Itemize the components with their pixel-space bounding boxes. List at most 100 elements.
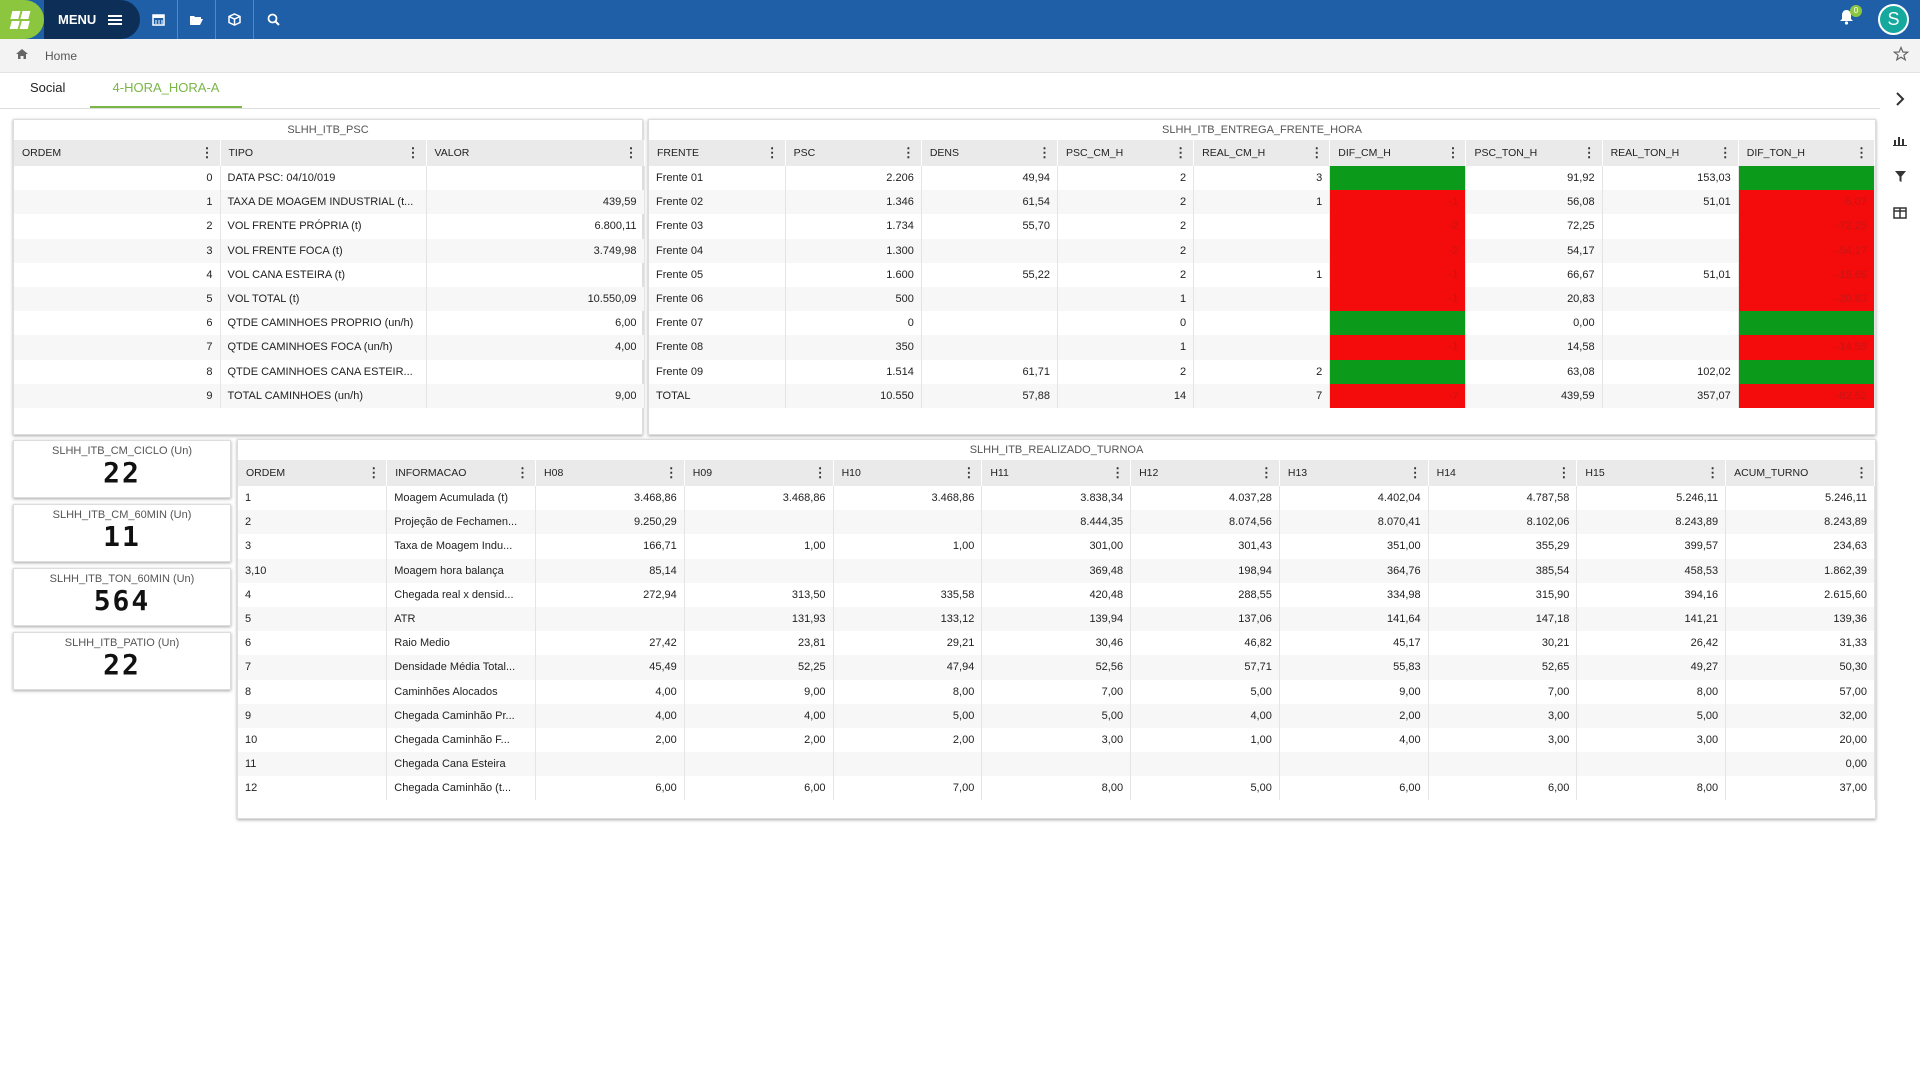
column-header[interactable]: ORDEM ⋮ [14,140,221,166]
column-header[interactable]: DIF_TON_H ⋮ [1738,140,1876,166]
column-menu-icon[interactable]: ⋮ [1260,465,1273,481]
table-row[interactable]: 10 Chegada Caminhão F... 2,00 2,00 2,00 3,00 1… [238,727,1875,753]
menu-button[interactable]: MENU [44,0,140,39]
column-menu-icon[interactable]: ⋮ [1111,465,1124,481]
table-row[interactable]: 7 Densidade Média Total... 45,49 52,25 47,94… [238,655,1875,680]
filter-button[interactable] [1890,170,1910,186]
column-menu-icon[interactable]: ⋮ [1038,145,1051,161]
table-cell: 0,00 [1465,311,1603,336]
column-header[interactable]: PSC_TON_H ⋮ [1465,140,1603,166]
column-menu-icon[interactable]: ⋮ [962,465,975,481]
column-header[interactable]: H15 ⋮ [1576,460,1727,486]
column-header[interactable]: VALOR ⋮ [426,140,645,166]
column-menu-icon[interactable]: ⋮ [1855,465,1868,481]
column-menu-icon[interactable]: ⋮ [665,465,678,481]
column-menu-icon[interactable]: ⋮ [516,465,529,481]
cube-button[interactable] [216,0,254,39]
breadcrumb-home[interactable]: Home [45,49,77,63]
favorite-star-icon[interactable] [1892,45,1910,67]
column-menu-icon[interactable]: ⋮ [1855,145,1868,161]
column-header[interactable]: DIF_CM_H ⋮ [1329,140,1467,166]
table-row[interactable]: Frente 02 1.346 61,54 2 1 -1 56,08 51,01 -5,07 [649,190,1876,215]
column-header[interactable]: H08 ⋮ [535,460,685,486]
column-header[interactable]: H10 ⋮ [833,460,983,486]
column-header[interactable]: H14 ⋮ [1428,460,1578,486]
table-row[interactable]: Frente 04 1.300 2 -2 54,17 -54,17 [649,238,1876,263]
table-row[interactable]: 3 Taxa de Moagem Indu... 166,71 1,00 1,00 301… [238,534,1875,559]
column-menu-icon[interactable]: ⋮ [1446,145,1459,161]
table-row[interactable]: 2 Projeção de Fechamen... 9.250,29 8.444,35… [238,510,1875,535]
table-row[interactable]: 5 VOL TOTAL (t) 10.550,09 [14,286,645,312]
table-row[interactable]: 9 Chegada Caminhão Pr... 4,00 4,00 5,00 5,00 4… [238,703,1875,728]
table-row[interactable]: 7 QTDE CAMINHOES FOCA (un/h) 4,00 [14,335,645,360]
column-header[interactable]: FRENTE ⋮ [649,140,786,166]
table-row[interactable]: 0 DATA PSC: 04/10/019 [14,166,645,191]
table-row[interactable]: 9 TOTAL CAMINHOES (un/h) 9,00 [14,383,645,408]
tab-social[interactable]: Social [22,80,73,108]
table-row[interactable]: 5 ATR 131,93 133,12 139,94 137,06 141,64 147,18… [238,606,1875,632]
column-menu-icon[interactable]: ⋮ [1583,145,1596,161]
column-header[interactable]: H12 ⋮ [1130,460,1280,486]
table-row[interactable]: 2 VOL FRENTE PRÓPRIA (t) 6.800,11 [14,214,645,239]
calendar-button[interactable] [140,0,178,39]
table-row[interactable]: 1 TAXA DE MOAGEM INDUSTRIAL (t... 439,59 [14,190,645,215]
column-menu-icon[interactable]: ⋮ [902,145,915,161]
table-row[interactable]: Frente 05 1.600 55,22 2 1 -1 66,67 51,01 -15,66 [649,262,1876,287]
table-row[interactable]: TOTAL 10.550 57,88 14 7 -7 439,59 357,07 -82,52 [649,383,1876,408]
table-cell: 6 [238,631,388,656]
column-header[interactable]: TIPO ⋮ [220,140,427,166]
app-logo[interactable] [0,0,44,39]
column-header[interactable]: REAL_TON_H ⋮ [1602,140,1739,166]
table-row[interactable]: Frente 03 1.734 55,70 2 -2 72,25 -72,25 [649,214,1876,239]
table-cell: 51,01 [1602,190,1739,215]
search-button[interactable] [254,0,292,39]
folder-button[interactable] [178,0,216,39]
column-menu-icon[interactable]: ⋮ [1719,145,1732,161]
column-menu-icon[interactable]: ⋮ [625,145,638,161]
column-header[interactable]: REAL_CM_H ⋮ [1193,140,1331,166]
table-row[interactable]: Frente 01 2.206 49,94 2 3 1 91,92 153,03 61,11 [649,166,1876,191]
column-menu-icon[interactable]: ⋮ [1557,465,1570,481]
table-row[interactable]: 12 Chegada Caminhão (t... 6,00 6,00 7,00 8,00… [238,776,1875,801]
table-row[interactable]: 3,10 Moagem hora balança 85,14 369,48 198,94… [238,558,1875,583]
column-header[interactable]: H11 ⋮ [981,460,1132,486]
table-row[interactable]: 4 Chegada real x densid... 272,94 313,50 335… [238,582,1875,607]
user-avatar[interactable]: S [1878,4,1909,35]
column-menu-icon[interactable]: ⋮ [407,145,420,161]
column-header[interactable]: PSC_CM_H ⋮ [1057,140,1195,166]
table-row[interactable]: 8 QTDE CAMINHOES CANA ESTEIR... [14,359,645,384]
table-cell [1602,214,1739,239]
table-row[interactable]: 6 QTDE CAMINHOES PROPRIO (un/h) 6,00 [14,311,645,336]
table-row[interactable]: 4 VOL CANA ESTEIRA (t) [14,262,645,287]
column-menu-icon[interactable]: ⋮ [1310,145,1323,161]
column-menu-icon[interactable]: ⋮ [201,145,214,161]
table-row[interactable]: Frente 06 500 1 -1 20,83 -20,83 [649,286,1876,312]
column-header[interactable]: ORDEM ⋮ [238,460,388,486]
expand-panel-button[interactable] [1890,92,1910,109]
table-row[interactable]: 6 Raio Medio 27,42 23,81 29,21 30,46 46,82 45,1… [238,631,1875,656]
tab-4-hora-hora-a[interactable]: 4-HORA_HORA-A [90,80,242,108]
column-menu-icon[interactable]: ⋮ [814,465,827,481]
table-row[interactable]: 8 Caminhões Alocados 4,00 9,00 8,00 7,00 5,00 9… [238,679,1875,704]
column-header[interactable]: H13 ⋮ [1279,460,1429,486]
column-menu-icon[interactable]: ⋮ [1174,145,1187,161]
column-menu-icon[interactable]: ⋮ [1409,465,1422,481]
layout-button[interactable] [1890,206,1910,222]
column-menu-icon[interactable]: ⋮ [1706,465,1719,481]
home-icon[interactable] [15,48,29,63]
column-header-label: H09 [692,467,713,479]
table-row[interactable]: 1 Moagem Acumulada (t) 3.468,86 3.468,86 3.4… [238,486,1875,511]
column-header[interactable]: PSC ⋮ [785,140,922,166]
column-menu-icon[interactable]: ⋮ [367,465,380,481]
table-row[interactable]: 11 Chegada Cana Esteira 0,00 [238,752,1875,777]
column-menu-icon[interactable]: ⋮ [766,145,779,161]
table-row[interactable]: Frente 09 1.514 61,71 2 2 0 63,08 102,02 38,94 [649,359,1876,384]
table-row[interactable]: 3 VOL FRENTE FOCA (t) 3.749,98 [14,238,645,263]
column-header[interactable]: INFORMACAO ⋮ [386,460,537,486]
chart-button[interactable] [1890,133,1910,149]
table-row[interactable]: Frente 07 0 0 0 0,00 0,00 [649,311,1876,336]
column-header[interactable]: H09 ⋮ [684,460,834,486]
column-header[interactable]: ACUM_TURNO ⋮ [1725,460,1875,486]
table-row[interactable]: Frente 08 350 1 -1 14,58 -14,58 [649,335,1876,360]
column-header[interactable]: DENS ⋮ [921,140,1058,166]
